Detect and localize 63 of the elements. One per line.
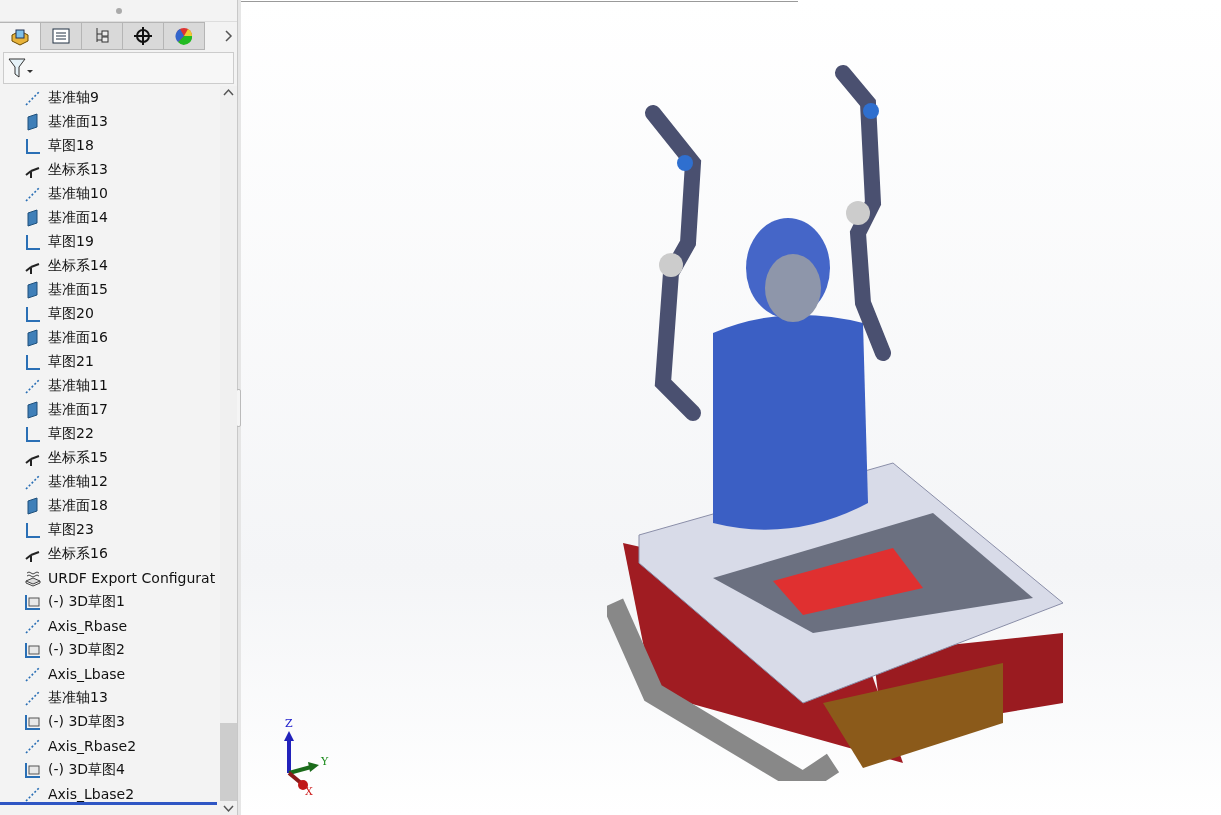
part-icon <box>10 26 30 47</box>
sketch-icon <box>24 137 42 155</box>
filter-icon[interactable] <box>8 57 34 79</box>
tree-item[interactable]: 草图21 <box>48 353 94 371</box>
scrollbar[interactable] <box>220 86 237 815</box>
tree-item[interactable]: 坐标系14 <box>48 257 108 275</box>
axis-icon <box>24 473 42 491</box>
tree-item[interactable]: 基准轴10 <box>48 185 108 203</box>
axis-icon <box>24 665 42 683</box>
tree-item[interactable]: 坐标系13 <box>48 161 108 179</box>
tree-item[interactable]: 基准面17 <box>48 401 108 419</box>
tree-item[interactable]: 草图23 <box>48 521 94 539</box>
tree-item[interactable]: (-) 3D草图2 <box>48 641 126 659</box>
tree-item[interactable]: 基准面15 <box>48 281 108 299</box>
crosshair-icon <box>133 26 153 46</box>
tree-item[interactable]: 基准面16 <box>48 329 108 347</box>
tree-item[interactable]: (-) 3D草图4 <box>48 761 126 779</box>
sketch-icon <box>24 521 42 539</box>
axis-icon <box>24 185 42 203</box>
tree-item[interactable]: 基准轴13 <box>48 689 108 707</box>
tree-item[interactable]: (-) 3D草图1 <box>48 593 126 611</box>
tree-item[interactable]: 基准轴12 <box>48 473 108 491</box>
tree-item[interactable]: 草图22 <box>48 425 94 443</box>
3d-sketch-icon <box>24 641 42 659</box>
color-wheel-icon <box>174 26 194 46</box>
tree-item[interactable]: 基准面18 <box>48 497 108 515</box>
z-axis-label: Z <box>285 717 293 730</box>
x-axis-label: X <box>305 785 313 798</box>
tree-item[interactable]: 坐标系15 <box>48 449 108 467</box>
panel-grip[interactable] <box>115 7 122 14</box>
axis-icon <box>24 689 42 707</box>
tree-item[interactable]: (-) 3D草图3 <box>48 713 126 731</box>
tree-item[interactable]: Axis_Rbase <box>48 618 128 634</box>
tree-item[interactable]: 草图18 <box>48 137 94 155</box>
tree-item[interactable]: 坐标系16 <box>48 545 108 563</box>
axis-icon <box>24 737 42 755</box>
tree-item[interactable]: 基准面13 <box>48 113 108 131</box>
tree-item[interactable]: URDF Export Configurat <box>48 570 216 586</box>
export-icon <box>24 569 42 587</box>
tree-item[interactable]: 草图19 <box>48 233 94 251</box>
y-axis-label: Y <box>321 755 329 768</box>
tree-item[interactable]: 草图20 <box>48 305 94 323</box>
3d-sketch-icon <box>24 761 42 779</box>
panel-tab[interactable] <box>122 22 164 50</box>
tree-item[interactable]: 基准轴11 <box>48 377 108 395</box>
axis-icon <box>24 785 42 803</box>
axis-icon <box>24 89 42 107</box>
scroll-thumb[interactable] <box>220 723 237 801</box>
sketch-icon <box>24 233 42 251</box>
axis-icon <box>24 617 42 635</box>
tree-item[interactable]: 基准轴9 <box>48 89 99 107</box>
3d-sketch-icon <box>24 713 42 731</box>
sketch-icon <box>24 353 42 371</box>
chevron-right-icon[interactable] <box>225 30 233 42</box>
sketch-icon <box>24 425 42 443</box>
tree-item[interactable]: Axis_Lbase2 <box>48 786 135 802</box>
tree-item[interactable]: 基准面14 <box>48 209 108 227</box>
axis-icon <box>24 377 42 395</box>
sketch-icon <box>24 305 42 323</box>
property-list-icon <box>51 26 71 46</box>
3d-sketch-icon <box>24 593 42 611</box>
tree-item[interactable]: Axis_Lbase <box>48 666 126 682</box>
tree-item[interactable]: Axis_Rbase2 <box>48 738 137 754</box>
